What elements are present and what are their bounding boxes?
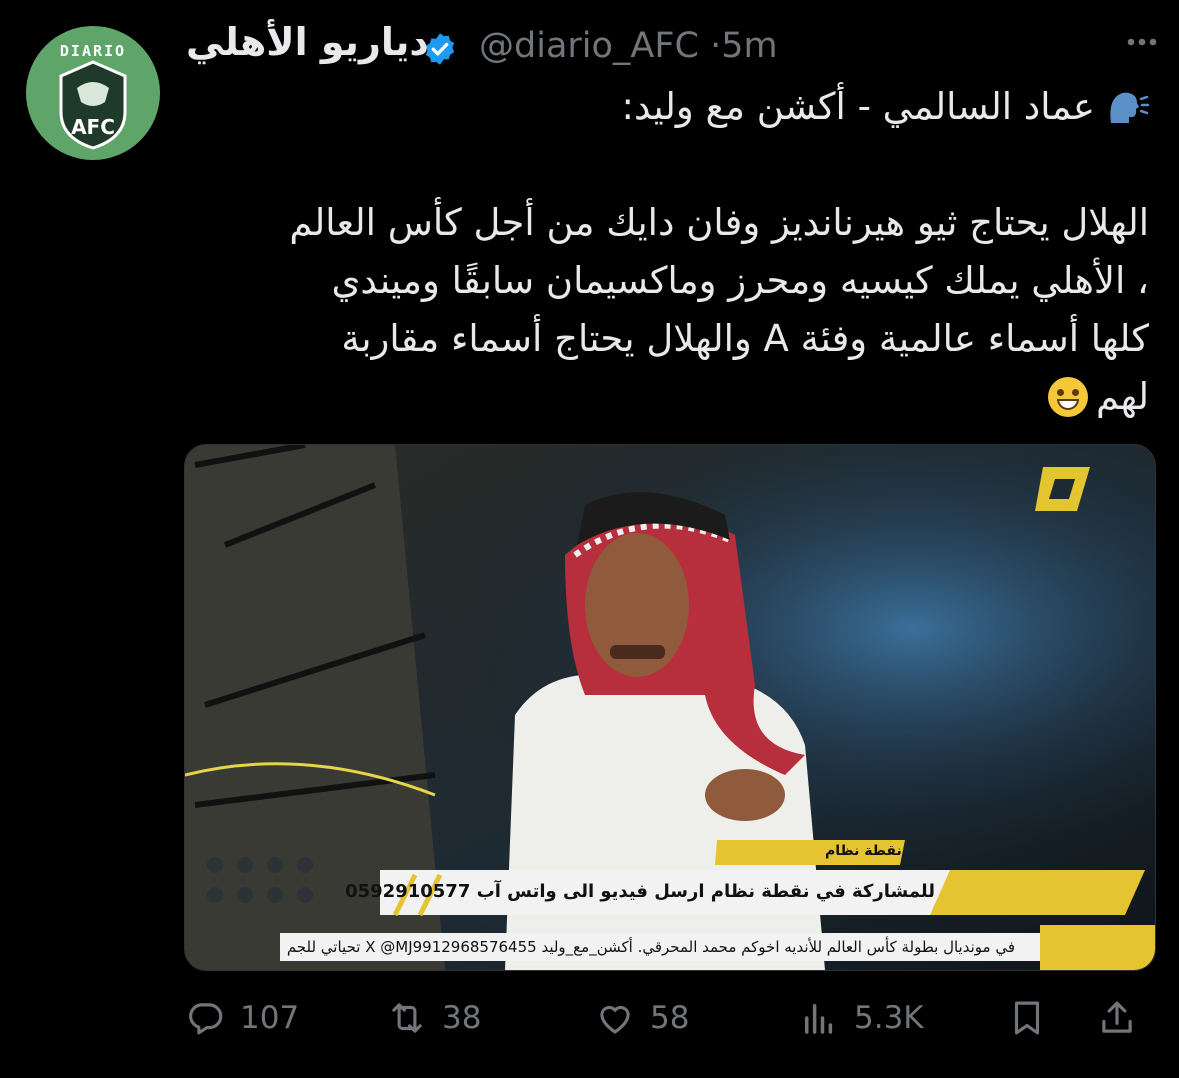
reply-button[interactable]: 107 [184,990,299,1046]
display-name[interactable]: دياريو الأهلي [186,20,429,64]
share-button[interactable] [1096,990,1138,1046]
user-handle[interactable]: @diario_AFC ·5m [479,26,778,66]
bookmark-icon [1014,1001,1040,1035]
bookmark-button[interactable] [1006,990,1048,1046]
views-button[interactable]: 5.3K [798,990,924,1046]
more-icon[interactable] [1127,38,1157,46]
tweet-body: عماد السالمي - أكشن مع وليد: الهلال يحتا… [189,78,1149,426]
repost-button[interactable]: 38 [386,990,481,1046]
tweet-line-1-text: عماد السالمي - أكشن مع وليد: [621,85,1095,128]
speaking-head-icon [1110,92,1149,123]
view-count: 5.3K [854,1000,924,1036]
like-count: 58 [650,1000,690,1036]
share-icon [1102,1001,1132,1033]
sweat-smile-emoji [1048,377,1089,417]
tweet-line-3: ، الأهلي يملك كيسيه ومحرز وماكسيمان سابق… [331,259,1149,302]
news-ticker: في مونديال بطولة كأس العالم للأنديه اخوك… [286,938,1015,956]
timestamp[interactable]: 5m [721,26,777,66]
tweet-actions: 107 38 58 5.3K [184,990,1154,1050]
tweet-video-thumbnail[interactable]: نقطة نظام للمشاركة في نقطة نظام ارسل فيد… [184,444,1156,971]
tweet-line-4: كلها أسماء عالمية وفئة A والهلال يحتاج أ… [341,317,1149,360]
lower-third-label: نقطة نظام [825,843,902,859]
tweet-line-2: الهلال يحتاج ثيو هيرنانديز وفان دايك من … [289,201,1149,244]
avatar-sub-label: AFC [71,115,115,139]
repost-count: 38 [442,1000,482,1036]
separator: · [710,26,722,66]
reply-count: 107 [240,1000,300,1036]
handle-text: @diario_AFC [479,26,699,66]
lion-emblem-icon: AFC [59,60,127,150]
profile-avatar[interactable]: DIARIO AFC [26,26,160,160]
repost-icon [392,1003,422,1033]
like-button[interactable]: 58 [594,990,689,1046]
like-icon [600,1005,630,1034]
tweet-line-5: لهم [189,368,1149,426]
tweet-line-5-text: لهم [1096,375,1149,418]
views-icon [805,1004,833,1034]
tweet-line-1: عماد السالمي - أكشن مع وليد: [189,78,1149,136]
lower-third-text: للمشاركة في نقطة نظام ارسل فيديو الى وات… [345,881,935,902]
tweet-header: @diario_AFC ·5m دياريو الأهلي [184,14,1064,74]
reply-icon [189,1003,223,1035]
